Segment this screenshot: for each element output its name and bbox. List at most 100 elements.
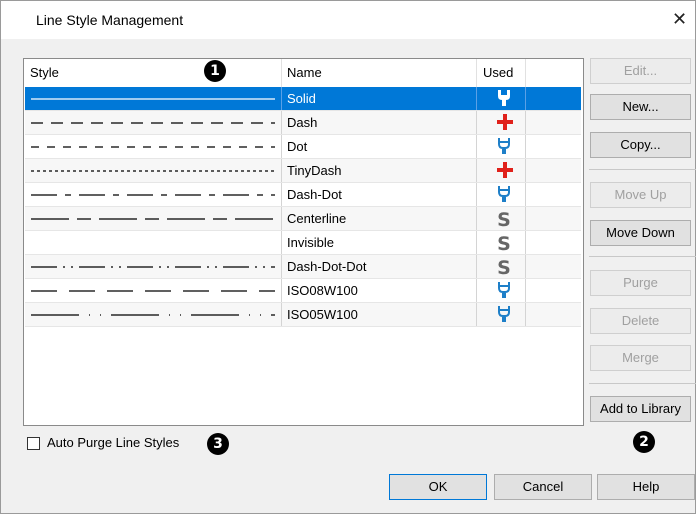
plug-icon — [478, 303, 528, 326]
list-row[interactable]: TinyDash — [25, 159, 581, 183]
list-row[interactable]: Solid — [25, 87, 581, 111]
line-style-preview — [25, 87, 280, 110]
grid-line — [525, 159, 526, 183]
row-name: TinyDash — [287, 163, 342, 178]
add-to-library-button[interactable]: Add to Library — [590, 396, 691, 422]
list-row[interactable]: ISO05W100 — [25, 303, 581, 327]
list-row[interactable]: Dash — [25, 111, 581, 135]
grid-line — [281, 87, 282, 111]
column-header-name[interactable]: Name — [287, 59, 322, 87]
grid-line — [476, 231, 477, 255]
plug-icon — [478, 183, 528, 206]
grid-line — [476, 207, 477, 231]
list-row[interactable]: Dash-Dot — [25, 183, 581, 207]
row-name: Dash-Dot — [287, 187, 342, 202]
wrench-icon — [478, 87, 528, 110]
grid-line — [525, 303, 526, 327]
grid-line — [281, 303, 282, 327]
title-bar: Line Style Management ✕ — [1, 1, 695, 39]
line-style-management-dialog: Line Style Management ✕ Style Name Used … — [0, 0, 696, 514]
row-name: Dash — [287, 115, 318, 130]
red-plus-icon — [478, 159, 528, 182]
grid-line — [476, 279, 477, 303]
new-button[interactable]: New... — [590, 94, 691, 120]
line-style-preview — [25, 279, 280, 302]
divider — [589, 256, 696, 257]
row-name: Centerline — [287, 211, 347, 226]
svg-text:S: S — [497, 233, 511, 253]
grid-line — [525, 183, 526, 207]
row-name: Invisible — [287, 235, 334, 250]
line-style-preview — [25, 231, 280, 254]
merge-button[interactable]: Merge — [590, 345, 691, 371]
svg-text:S: S — [497, 209, 511, 229]
s-icon: S — [478, 231, 528, 255]
row-name: ISO08W100 — [287, 283, 358, 298]
column-divider[interactable] — [281, 59, 282, 87]
column-divider[interactable] — [476, 59, 477, 87]
grid-line — [281, 159, 282, 183]
grid-line — [476, 111, 477, 135]
auto-purge-checkbox[interactable] — [27, 437, 40, 450]
red-plus-icon — [478, 111, 528, 134]
plug-icon — [478, 279, 528, 302]
grid-line — [476, 159, 477, 183]
auto-purge-label[interactable]: Auto Purge Line Styles — [47, 435, 179, 450]
row-divider — [25, 326, 581, 327]
callout-badge-1: 1 — [204, 60, 226, 82]
row-name: ISO05W100 — [287, 307, 358, 322]
column-header-used[interactable]: Used — [483, 59, 513, 87]
help-button[interactable]: Help — [597, 474, 695, 500]
line-style-preview — [25, 207, 280, 230]
grid-line — [281, 135, 282, 159]
list-row[interactable]: Dot — [25, 135, 581, 159]
grid-line — [281, 255, 282, 279]
svg-text:S: S — [497, 257, 511, 277]
purge-button[interactable]: Purge — [590, 270, 691, 296]
list-row[interactable]: Dash-Dot-Dot S — [25, 255, 581, 279]
ok-button[interactable]: OK — [389, 474, 487, 500]
grid-line — [525, 207, 526, 231]
column-divider[interactable] — [525, 59, 526, 87]
line-style-preview — [25, 303, 280, 326]
grid-line — [281, 207, 282, 231]
grid-line — [476, 87, 477, 111]
list-row[interactable]: Invisible S — [25, 231, 581, 255]
grid-line — [281, 183, 282, 207]
grid-line — [281, 231, 282, 255]
callout-badge-2: 2 — [633, 431, 655, 453]
list-row[interactable]: Centerline S — [25, 207, 581, 231]
grid-line — [281, 279, 282, 303]
grid-line — [525, 255, 526, 279]
close-icon[interactable]: ✕ — [672, 9, 687, 30]
move-up-button[interactable]: Move Up — [590, 182, 691, 208]
dialog-title: Line Style Management — [36, 12, 184, 28]
grid-line — [525, 111, 526, 135]
edit-button[interactable]: Edit... — [590, 58, 691, 84]
line-style-list[interactable]: Style Name Used Solid Dash Dot TinyDash Dash… — [23, 58, 584, 426]
grid-line — [476, 303, 477, 327]
s-icon: S — [478, 255, 528, 279]
row-name: Dot — [287, 139, 308, 154]
list-header: Style Name Used — [24, 59, 583, 87]
grid-line — [525, 135, 526, 159]
move-down-button[interactable]: Move Down — [590, 220, 691, 246]
divider — [589, 383, 696, 384]
callout-badge-3: 3 — [207, 433, 229, 455]
delete-button[interactable]: Delete — [590, 308, 691, 334]
grid-line — [476, 255, 477, 279]
column-header-style[interactable]: Style — [30, 59, 59, 87]
row-name: Dash-Dot-Dot — [287, 259, 367, 274]
line-style-preview — [25, 135, 280, 158]
copy-button[interactable]: Copy... — [590, 132, 691, 158]
line-style-preview — [25, 159, 280, 182]
row-name: Solid — [287, 91, 316, 106]
plug-icon — [478, 135, 528, 158]
line-style-preview — [25, 183, 280, 206]
line-style-preview — [25, 255, 280, 278]
grid-line — [525, 87, 526, 111]
list-row[interactable]: ISO08W100 — [25, 279, 581, 303]
divider — [589, 169, 696, 170]
grid-line — [476, 183, 477, 207]
cancel-button[interactable]: Cancel — [494, 474, 592, 500]
